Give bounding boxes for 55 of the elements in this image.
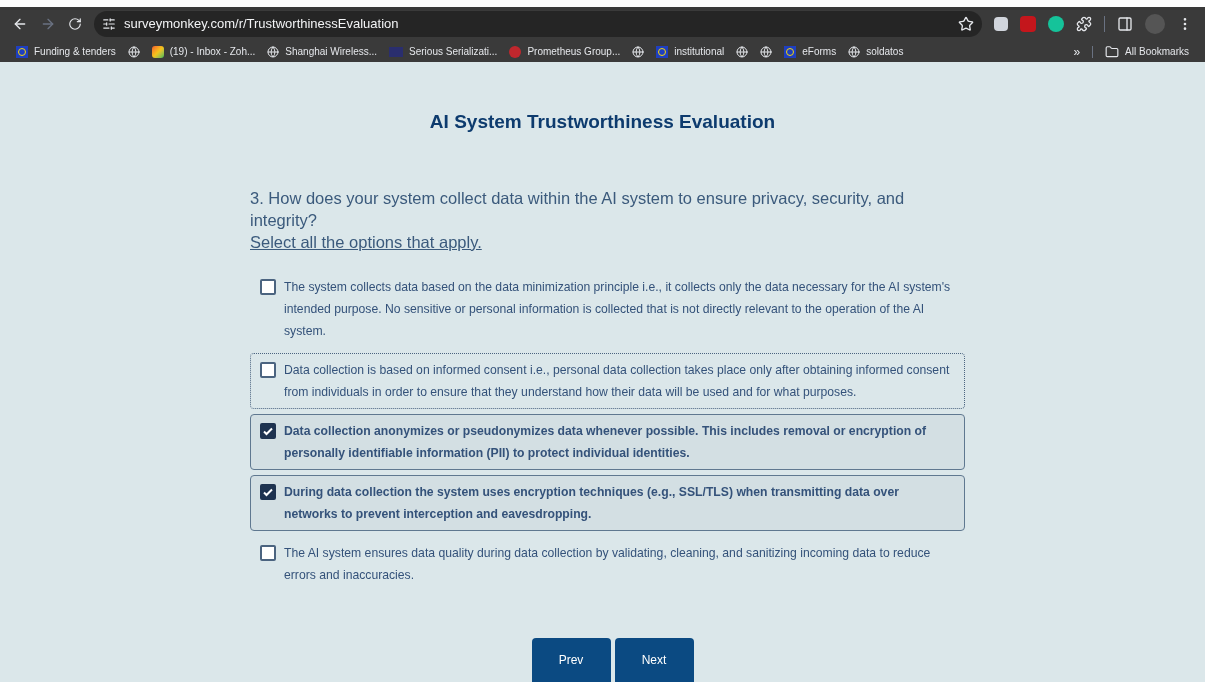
- bookmark[interactable]: Prometheus Group...: [509, 44, 621, 59]
- option-text: Data collection anonymizes or pseudonymizes data whenever possible. This includes removal or encryption of personally identifiable information (PII) to protect individual identities.: [284, 422, 928, 462]
- more-bookmarks[interactable]: »: [1073, 42, 1081, 61]
- reload-icon[interactable]: [68, 17, 82, 31]
- extensions-icon[interactable]: [1076, 16, 1092, 32]
- answer-option[interactable]: During data collection the system uses encryption techniques (e.g., SSL/TLS) when transmitting data over networks to prevent interception and eavesdropping.: [250, 474, 965, 531]
- bookmark[interactable]: [760, 45, 773, 58]
- bookmark-star-icon[interactable]: [958, 16, 974, 32]
- bookmark[interactable]: (19) - Inbox - Zoh...: [151, 44, 256, 59]
- extension-icon[interactable]: [1048, 16, 1064, 32]
- app-icon: [151, 45, 164, 58]
- checkbox[interactable]: [260, 422, 276, 439]
- survey-title: AI System Trustworthiness Evaluation: [429, 110, 776, 134]
- option-text: Data collection is based on informed consent i.e., personal data collection takes place only after obtaining informed consent from individuals in order to ensure that they understand how their data will be used and for what purposes.: [284, 361, 951, 401]
- globe-icon: [632, 45, 645, 58]
- question-text: 3. How does your system collect data within the AI system to ensure privacy, security, and integrity?: [250, 187, 906, 231]
- nav-button[interactable]: Next: [614, 638, 694, 682]
- bookmark[interactable]: Serious Serializati...: [389, 44, 498, 59]
- address-bar[interactable]: surveymonkey.com/r/TrustworthinessEvaluation: [94, 11, 982, 37]
- globe-icon: [848, 45, 861, 58]
- checkbox[interactable]: [260, 278, 276, 295]
- option-text: During data collection the system uses encryption techniques (e.g., SSL/TLS) when transmitting data over networks to prevent interception and eavesdropping.: [284, 483, 900, 523]
- bookmark[interactable]: soldatos: [848, 44, 904, 59]
- globe-icon: [736, 45, 749, 58]
- site-settings-icon[interactable]: [102, 17, 116, 31]
- flame-icon: [509, 45, 522, 58]
- bookmark[interactable]: Funding & tenders: [16, 44, 116, 59]
- url-text: surveymonkey.com/r/TrustworthinessEvaluation: [124, 15, 399, 34]
- option-text: The system collects data based on the data minimization principle i.e., it collects only the data necessary for the AI system's intended purpose. No sensitive or personal information is collected that is not directly relevant to the operation of the AI system.: [284, 278, 952, 340]
- folder-icon: [1105, 44, 1120, 59]
- globe-icon: [127, 45, 140, 58]
- circle-icon: [784, 45, 797, 58]
- checkbox[interactable]: [260, 483, 276, 500]
- logo-icon: [389, 46, 404, 57]
- bookmark[interactable]: eForms: [784, 44, 837, 59]
- nav-button[interactable]: Prev: [531, 638, 611, 682]
- instruction-link[interactable]: Select all the options that apply.: [250, 230, 482, 253]
- answer-option[interactable]: The AI system ensures data quality during data collection by validating, cleaning, and sanitizing incoming data to reduce errors and inaccuracies.: [250, 535, 965, 592]
- bookmark[interactable]: [736, 45, 749, 58]
- side-panel-icon[interactable]: [1117, 16, 1133, 32]
- extension-icon[interactable]: [994, 17, 1008, 31]
- circle-icon: [16, 45, 28, 58]
- checkbox[interactable]: [260, 544, 276, 561]
- globe-icon: [267, 45, 280, 58]
- bookmark[interactable]: [127, 45, 140, 58]
- circle-icon: [656, 45, 669, 58]
- option-text: The AI system ensures data quality during data collection by validating, cleaning, and sanitizing incoming data to reduce errors and inaccuracies.: [284, 544, 932, 584]
- answer-option[interactable]: Data collection anonymizes or pseudonymizes data whenever possible. This includes removal or encryption of personally identifiable information (PII) to protect individual identities.: [250, 413, 965, 470]
- globe-icon: [760, 45, 773, 58]
- all-bookmarks[interactable]: All Bookmarks: [1105, 44, 1189, 59]
- bookmark[interactable]: institutional: [656, 44, 725, 59]
- back-icon[interactable]: [12, 16, 28, 32]
- bookmark[interactable]: Shanghai Wireless...: [267, 44, 378, 59]
- checkbox[interactable]: [260, 361, 276, 378]
- bookmark[interactable]: [632, 45, 645, 58]
